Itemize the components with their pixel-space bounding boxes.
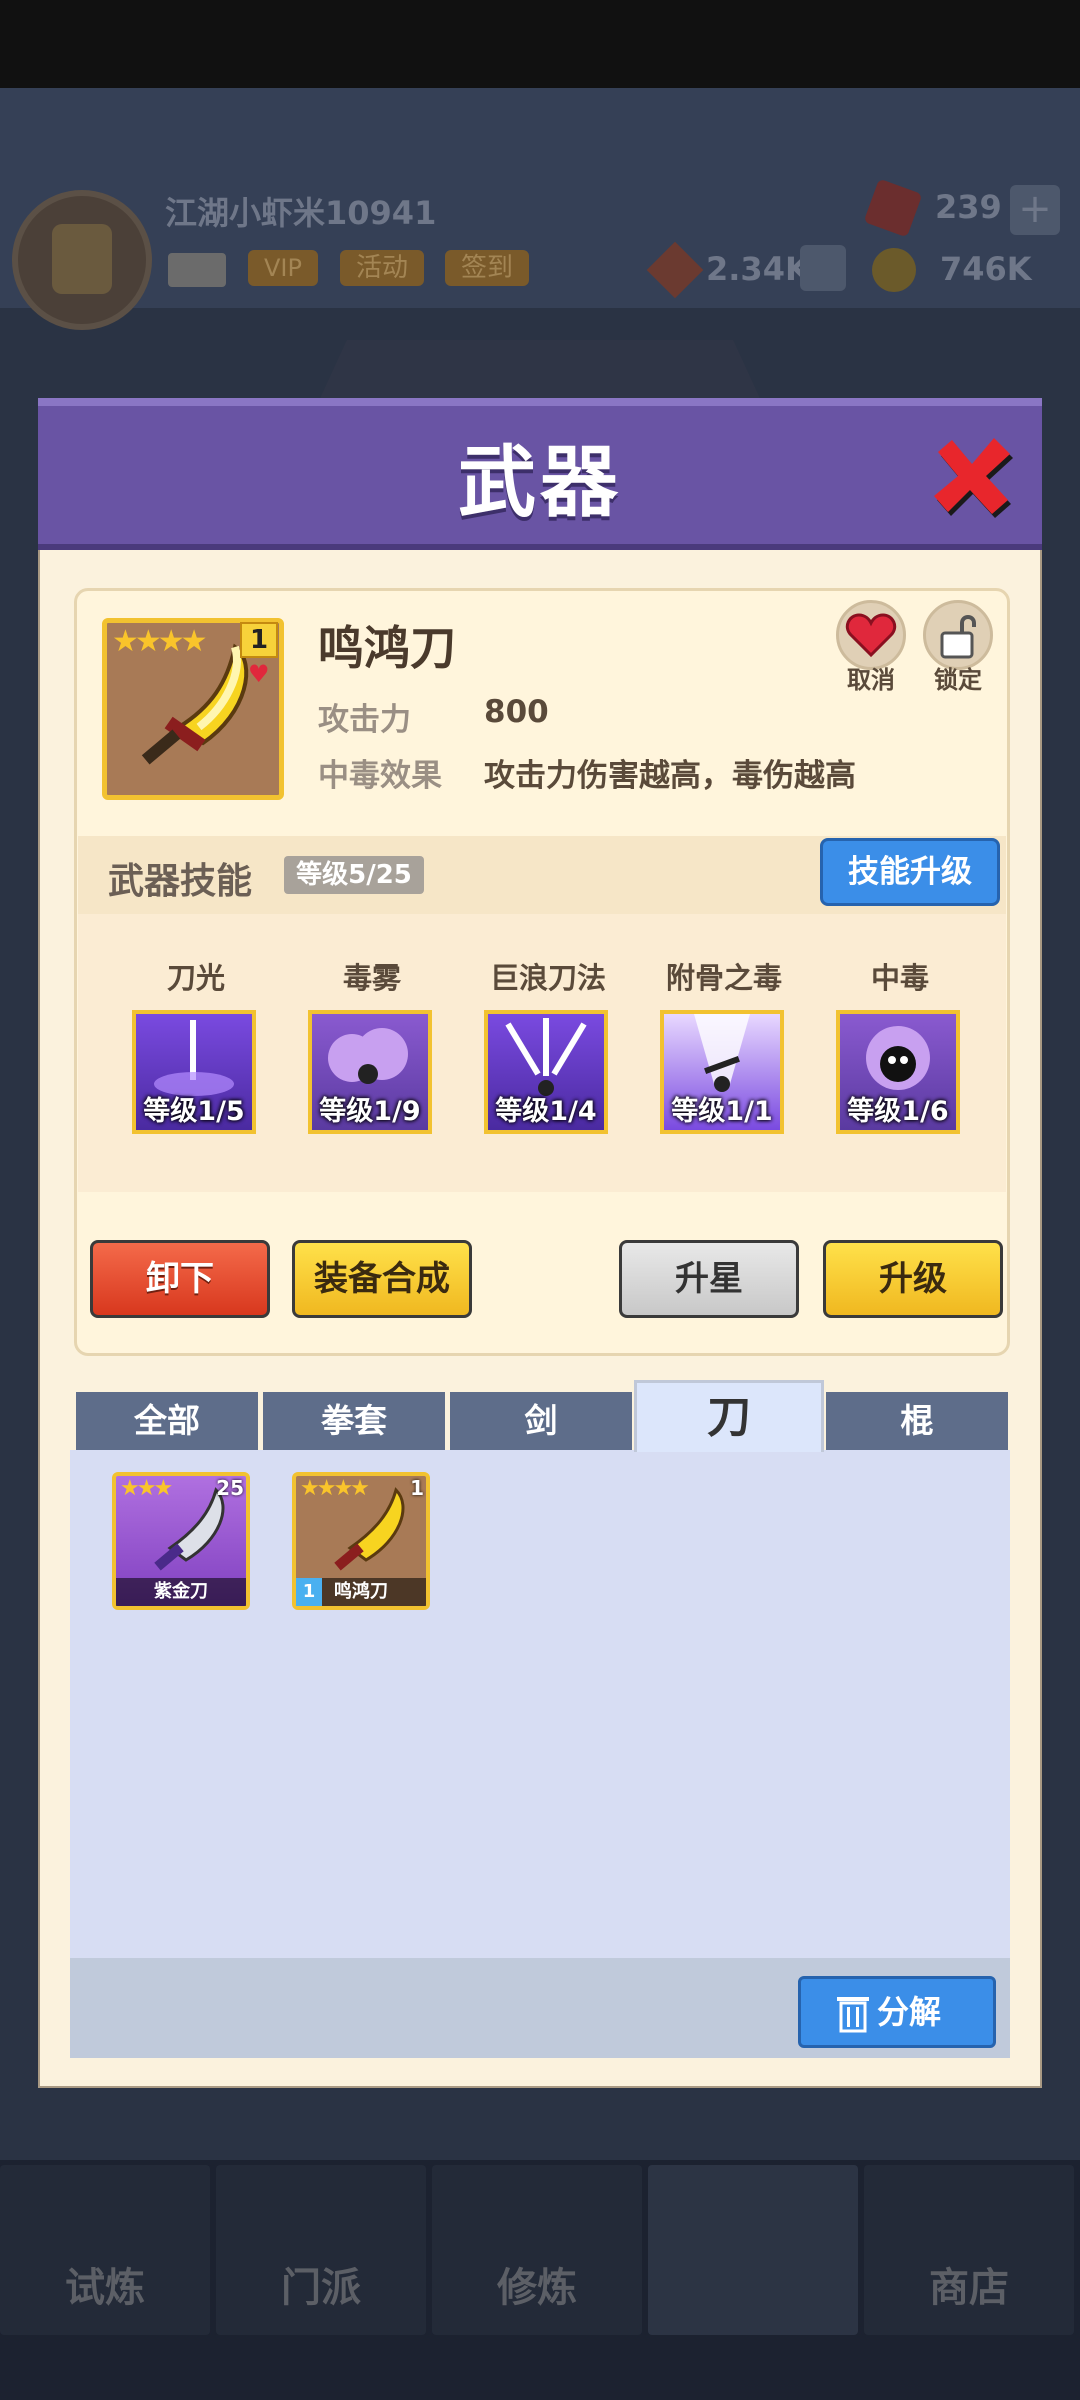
coin-count: 746K <box>940 250 1032 288</box>
activity-button: 活动 <box>340 250 424 286</box>
skill-name: 毒雾 <box>342 961 401 995</box>
effect-value: 攻击力伤害越高，毒伤越高 <box>484 758 856 794</box>
trash-icon <box>837 1997 869 2033</box>
item-count: 25 <box>216 1476 244 1500</box>
star-up-button[interactable]: 升星 <box>619 1240 799 1318</box>
skill-upgrade-button[interactable]: 技能升级 <box>820 838 1000 906</box>
skill-title: 武器技能 <box>108 861 253 902</box>
item-name: 紫金刀 <box>116 1578 246 1606</box>
gem-count: 239 <box>935 188 1002 226</box>
skill-level: 等级1/6 <box>847 1096 949 1127</box>
nav-item-cultivate: 修炼 <box>432 2165 642 2335</box>
inventory-item[interactable]: ★★★ 25 紫金刀 <box>112 1472 250 1610</box>
equipped-badge: 1 <box>296 1578 322 1606</box>
skill-icon-poison[interactable]: 等级1/6 <box>836 1010 960 1134</box>
skill-grade-badge: 等级5/25 <box>284 856 424 894</box>
dialog-title: 武器 <box>457 438 622 528</box>
tab-gloves[interactable]: 拳套 <box>263 1392 445 1450</box>
skill-icon-wave-blade[interactable]: 等级1/4 <box>484 1010 608 1134</box>
close-icon <box>934 438 1013 518</box>
item-stars: ★★★ <box>120 1476 173 1501</box>
effect-label: 中毒效果 <box>318 758 442 794</box>
avatar <box>12 190 152 330</box>
tab-staff[interactable]: 棍 <box>826 1392 1008 1450</box>
skill-level: 等级1/4 <box>495 1096 597 1127</box>
skill-level: 等级1/9 <box>319 1096 421 1127</box>
heart-icon: ♥ <box>248 660 270 688</box>
nav-item-sect: 门派 <box>216 2165 426 2335</box>
skill-icon-blade-light[interactable]: 等级1/5 <box>132 1010 256 1134</box>
nav-item-equip <box>648 2165 858 2335</box>
skill-name: 刀光 <box>166 961 225 995</box>
username: 江湖小虾米10941 <box>165 194 437 232</box>
mail-icon <box>168 253 226 287</box>
power-info-button <box>800 245 846 291</box>
inventory-item[interactable]: ★★★★ 1 1 鸣鸿刀 <box>292 1472 430 1610</box>
weapon-name: 鸣鸿刀 <box>318 621 456 675</box>
lock-label: 锁定 <box>934 666 982 694</box>
attack-label: 攻击力 <box>318 702 411 738</box>
decompose-button[interactable]: 分解 <box>798 1976 996 2048</box>
item-stars: ★★★★ <box>300 1476 370 1501</box>
status-bar <box>0 0 1080 88</box>
unlock-icon <box>940 615 976 659</box>
signin-button: 签到 <box>445 250 529 286</box>
skill-name: 附骨之毒 <box>665 961 782 995</box>
skill-level: 等级1/1 <box>671 1096 773 1127</box>
add-gems-button: + <box>1010 185 1060 235</box>
tab-all[interactable]: 全部 <box>76 1392 258 1450</box>
upgrade-button[interactable]: 升级 <box>823 1240 1003 1318</box>
skill-icon-bone-poison[interactable]: 等级1/1 <box>660 1010 784 1134</box>
vip-badge: VIP <box>248 250 318 286</box>
nav-item-shop: 商店 <box>864 2165 1074 2335</box>
item-count: 1 <box>410 1476 424 1500</box>
tab-blade[interactable]: 刀 <box>634 1380 824 1452</box>
weapon-stars: ★★★★ <box>112 624 208 659</box>
unequip-button[interactable]: 卸下 <box>90 1240 270 1318</box>
heart-icon <box>845 613 897 658</box>
forge-button[interactable]: 装备合成 <box>292 1240 472 1318</box>
skill-name: 中毒 <box>870 961 929 995</box>
weapon-level-badge: 1 <box>240 622 278 658</box>
power-value: 2.34K <box>706 250 810 288</box>
cancel-label: 取消 <box>847 666 895 694</box>
skill-level: 等级1/5 <box>143 1096 245 1127</box>
tab-sword[interactable]: 剑 <box>450 1392 632 1450</box>
close-button[interactable] <box>930 434 1014 518</box>
decompose-label: 分解 <box>877 1993 942 2031</box>
skill-icon-poison-fog[interactable]: 等级1/9 <box>308 1010 432 1134</box>
attack-value: 800 <box>484 694 549 730</box>
skill-name: 巨浪刀法 <box>489 961 606 995</box>
coin-icon <box>872 248 916 292</box>
nav-item-trial: 试炼 <box>0 2165 210 2335</box>
